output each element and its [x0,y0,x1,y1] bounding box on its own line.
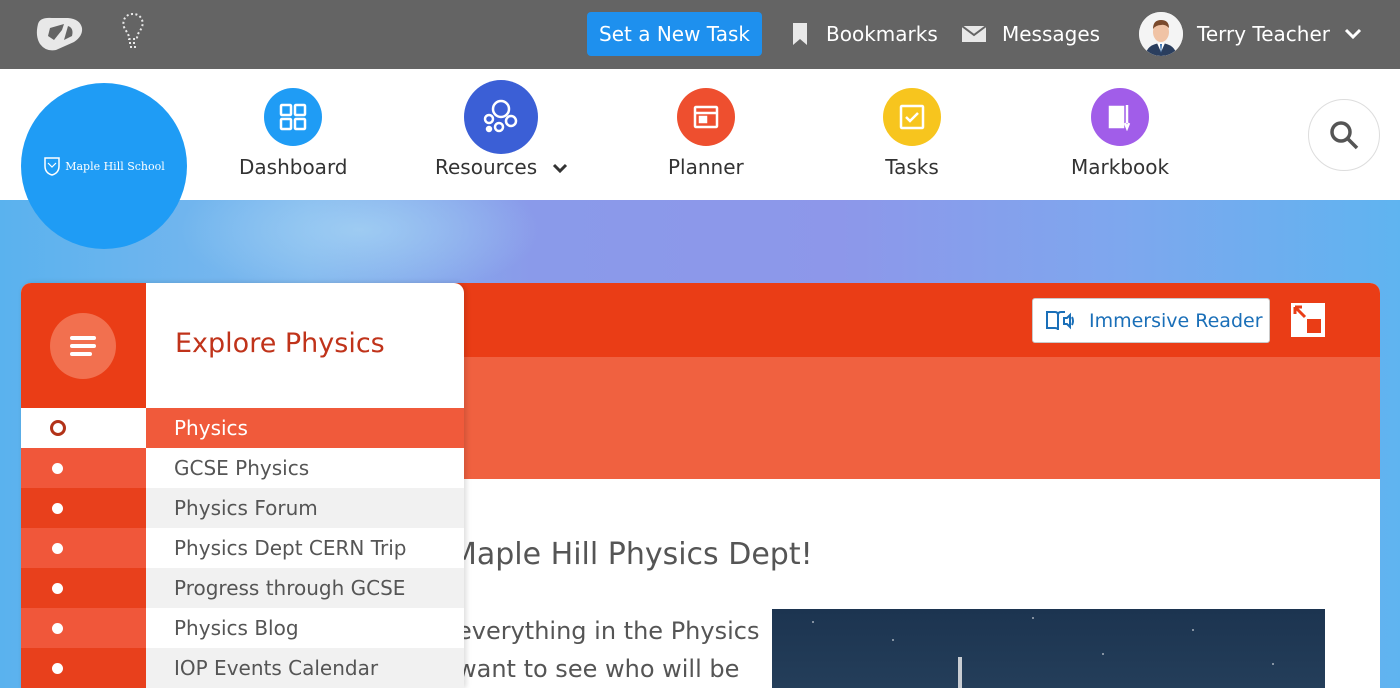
messages-label: Messages [1002,22,1101,46]
menu-item-physics[interactable]: Physics [21,408,464,448]
lightbulb-icon[interactable] [120,12,146,50]
bullet-icon [21,408,146,448]
menu-item-label: Progress through GCSE [146,568,464,608]
menu-toggle-button[interactable] [50,313,116,379]
bubbles-icon [464,80,539,154]
hamburger-icon [70,336,96,356]
search-icon [1330,121,1359,150]
nav-resources[interactable]: Resources [435,80,568,179]
menu-item-label: Physics [146,408,464,448]
chevron-down-icon [1344,28,1362,40]
intro-text: everything in the Physics want to see wh… [457,612,759,688]
menu-item-physics-forum[interactable]: Physics Forum [21,488,464,528]
side-menu-header [21,283,146,408]
checkbox-icon [883,88,941,146]
top-bar: Set a New Task Bookmarks Messages Terry … [0,0,1400,69]
menu-item-cern-trip[interactable]: Physics Dept CERN Trip [21,528,464,568]
bookmarks-link[interactable]: Bookmarks [790,12,938,56]
planner-icon [676,88,735,146]
menu-item-label: Physics Forum [146,488,464,528]
bullet-icon [21,448,146,488]
night-sky-photo [772,609,1325,688]
chevron-down-icon [552,163,567,174]
menu-item-label: GCSE Physics [146,448,464,488]
nav-tasks[interactable]: Tasks [883,88,941,179]
menu-item-gcse-physics[interactable]: GCSE Physics [21,448,464,488]
intro-line-1: everything in the Physics [457,617,760,645]
menu-item-label: IOP Events Calendar [146,648,464,688]
nav-resources-text: Resources [435,155,538,179]
crest-icon [43,156,61,176]
search-button[interactable] [1308,99,1380,171]
menu-item-progress-gcse[interactable]: Progress through GCSE [21,568,464,608]
school-name: Maple Hill School [65,159,165,173]
user-menu[interactable]: Terry Teacher [1139,12,1362,56]
immersive-reader-button[interactable]: Immersive Reader [1032,298,1270,343]
menu-item-label: Physics Dept CERN Trip [146,528,464,568]
menu-item-physics-blog[interactable]: Physics Blog [21,608,464,648]
bullet-icon [21,608,146,648]
bullet-icon [21,528,146,568]
bullet-icon [21,568,146,608]
nav-tasks-label: Tasks [885,155,939,179]
messages-link[interactable]: Messages [962,12,1100,56]
nav-resources-label: Resources [435,155,568,179]
nav-markbook[interactable]: Markbook [1071,88,1169,179]
school-logo[interactable]: Maple Hill School [21,83,187,249]
bullet-icon [21,648,146,688]
nav-dashboard-label: Dashboard [239,155,348,179]
menu-item-iop-calendar[interactable]: IOP Events Calendar [21,648,464,688]
intro-line-2: want to see who will be [457,655,740,683]
welcome-heading: Maple Hill Physics Dept! [451,537,813,572]
book-icon [1091,88,1150,146]
nav-planner-label: Planner [668,155,744,179]
side-menu: Explore Physics Physics GCSE Physics Phy… [21,283,464,688]
user-name: Terry Teacher [1197,22,1330,46]
grid-icon [264,88,323,146]
expand-icon[interactable] [1291,303,1325,337]
nav-planner[interactable]: Planner [668,88,744,179]
nav-markbook-label: Markbook [1071,155,1170,179]
nav-dashboard[interactable]: Dashboard [239,88,348,179]
set-new-task-button[interactable]: Set a New Task [587,12,762,56]
app-logo-icon[interactable] [34,14,86,54]
side-menu-title: Explore Physics [175,328,385,359]
bullet-icon [21,488,146,528]
side-menu-list: Physics GCSE Physics Physics Forum Physi… [21,408,464,688]
immersive-reader-label: Immersive Reader [1089,309,1263,332]
envelope-icon [962,25,986,43]
tower-silhouette [958,657,962,688]
avatar [1139,12,1183,56]
menu-item-label: Physics Blog [146,608,464,648]
reader-icon [1045,309,1075,333]
bookmark-icon [790,22,810,46]
bookmarks-label: Bookmarks [826,22,938,46]
